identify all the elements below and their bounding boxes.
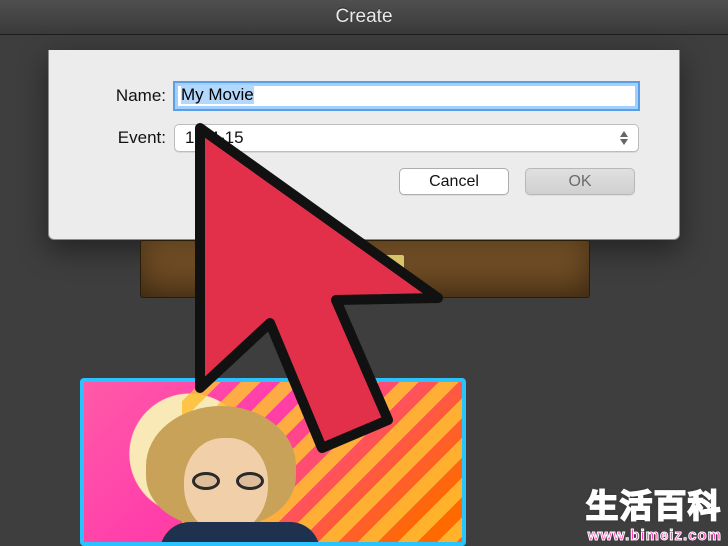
filmstrip-thumbnail[interactable] [140, 240, 590, 298]
name-row: Name: My Movie [89, 82, 639, 110]
create-sheet: Name: My Movie Event: 1-14-15 Cancel OK [48, 50, 680, 240]
titlebar: Create [0, 0, 728, 35]
titlebar-title: Create [335, 6, 392, 28]
name-input[interactable]: My Movie [174, 82, 639, 110]
watermark-url: www.bimeiz.com [586, 527, 722, 544]
caption-fragment: Co [300, 308, 326, 331]
cancel-button-label: Cancel [429, 173, 479, 191]
selected-theme-thumbnail[interactable] [80, 378, 466, 546]
cancel-button[interactable]: Cancel [399, 168, 509, 195]
event-select[interactable]: 1-14-15 [174, 124, 639, 152]
person-illustration [154, 412, 324, 546]
watermark: 生活百科 www.bimeiz.com [586, 481, 722, 544]
name-label: Name: [89, 86, 174, 106]
app-window: Create Name: My Movie Event: 1-14-15 Can… [0, 0, 728, 546]
event-select-value: 1-14-15 [185, 128, 244, 148]
button-row: Cancel OK [89, 168, 639, 195]
event-label: Event: [89, 128, 174, 148]
chevron-updown-icon [616, 129, 632, 147]
event-row: Event: 1-14-15 [89, 124, 639, 152]
ok-button-label: OK [568, 173, 591, 191]
name-input-value: My Movie [181, 85, 254, 104]
watermark-text: 生活百科 [586, 481, 722, 527]
ok-button[interactable]: OK [525, 168, 635, 195]
